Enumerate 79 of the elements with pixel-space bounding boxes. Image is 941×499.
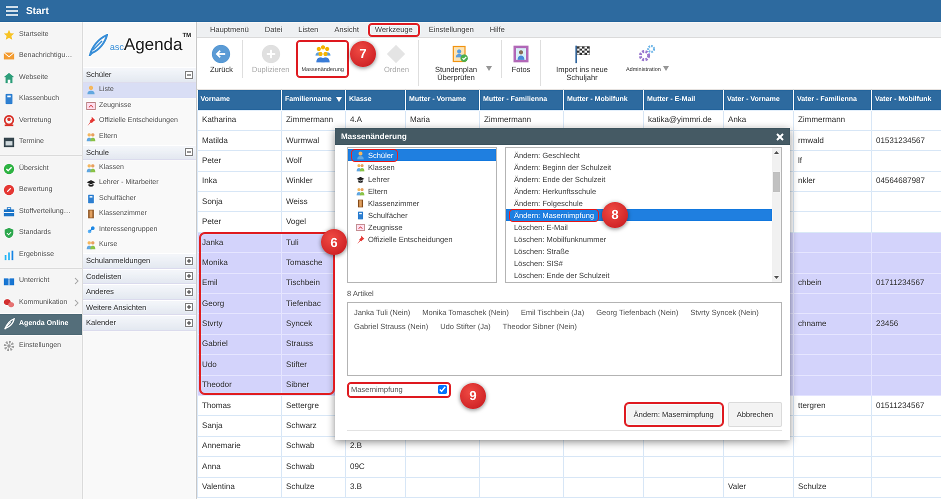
door-icon [86,209,96,220]
briefcase-icon [3,206,15,218]
table-cell: lf [794,150,872,172]
table-cell: Peter [198,150,282,172]
table-cell: Sonja [198,192,282,212]
table-cell: Zimmermann [794,110,872,130]
table-cell: Monika [198,252,282,274]
settings-icon [3,340,15,352]
door-icon [356,198,365,208]
table-cell: Katharina [198,110,282,130]
calendar-icon [3,136,15,148]
table-cell: 01711234567 [872,273,941,294]
shield-icon [3,227,15,240]
people-icon [86,132,96,142]
feather-icon [3,318,15,330]
people-icon [312,44,333,64]
table-row[interactable]: Valentina Schulze 3.B Valer Schulze [198,477,941,498]
book-icon [3,93,15,106]
table-cell: Matilda [198,130,282,151]
app-title: Start [26,4,49,18]
table-cell: Thomas [198,395,282,416]
table-cell: Inka [198,171,282,192]
graduation-cap-icon [356,174,365,184]
bar-chart-icon [3,248,15,261]
table-cell: nkler [794,171,872,192]
table-cell: Udo [198,354,282,376]
table-cell: Valentina [198,477,282,498]
checkbox[interactable] [438,385,447,394]
star-icon [3,28,15,41]
clipboard-icon [450,44,470,64]
table-row[interactable]: Anna Schwab 09C [198,456,941,478]
link-icon [86,224,96,235]
pin-icon [86,116,96,126]
close-button[interactable] [776,132,784,140]
table-cell: Emil [198,273,282,294]
scrollbar[interactable] [772,148,781,282]
plus-icon [260,44,281,64]
table-cell: 09C [346,456,406,478]
gears-icon [637,44,658,64]
table-cell: chname [794,314,872,334]
table-cell: Schulze [794,477,872,498]
table-cell: 3.B [346,477,406,498]
table-cell: Gabriel [198,334,282,355]
certificate-icon [356,222,365,232]
pin-icon [356,234,365,244]
step-marker: 7 [350,41,376,67]
table-cell: 23456 [872,314,941,334]
book-icon [356,210,365,220]
person-icon [86,85,96,96]
book-icon [86,194,96,204]
table-cell: Valer [724,477,794,498]
table-cell: chbein [794,273,872,294]
logo-icon [88,34,108,56]
menu-icon[interactable] [6,6,18,16]
table-cell: Peter [198,212,282,232]
check-icon [3,162,15,175]
house-icon [3,72,15,84]
people-icon [356,162,365,172]
grade-icon [3,184,15,196]
table-cell: ttergren [794,395,872,416]
certificate-icon [86,100,96,111]
people-icon [356,186,365,196]
table-cell: Sanja [198,416,282,436]
table-cell: Stvrty [198,314,282,334]
table-cell: Georg [198,294,282,314]
table-cell: Anna [198,456,282,478]
person-icon [356,150,365,160]
picture-frame-icon [511,44,531,64]
table-cell: rmwald [794,130,872,151]
table-cell: Schwab [282,456,346,478]
graduation-cap-icon [86,178,96,188]
table-cell: Schulze [282,477,346,498]
envelope-icon [3,50,15,62]
chat-icon [3,296,15,309]
diamond-icon [386,44,406,64]
people-icon [86,240,96,250]
person-icon [3,114,15,127]
table-cell: Annemarie [198,436,282,457]
people-icon [86,162,96,173]
